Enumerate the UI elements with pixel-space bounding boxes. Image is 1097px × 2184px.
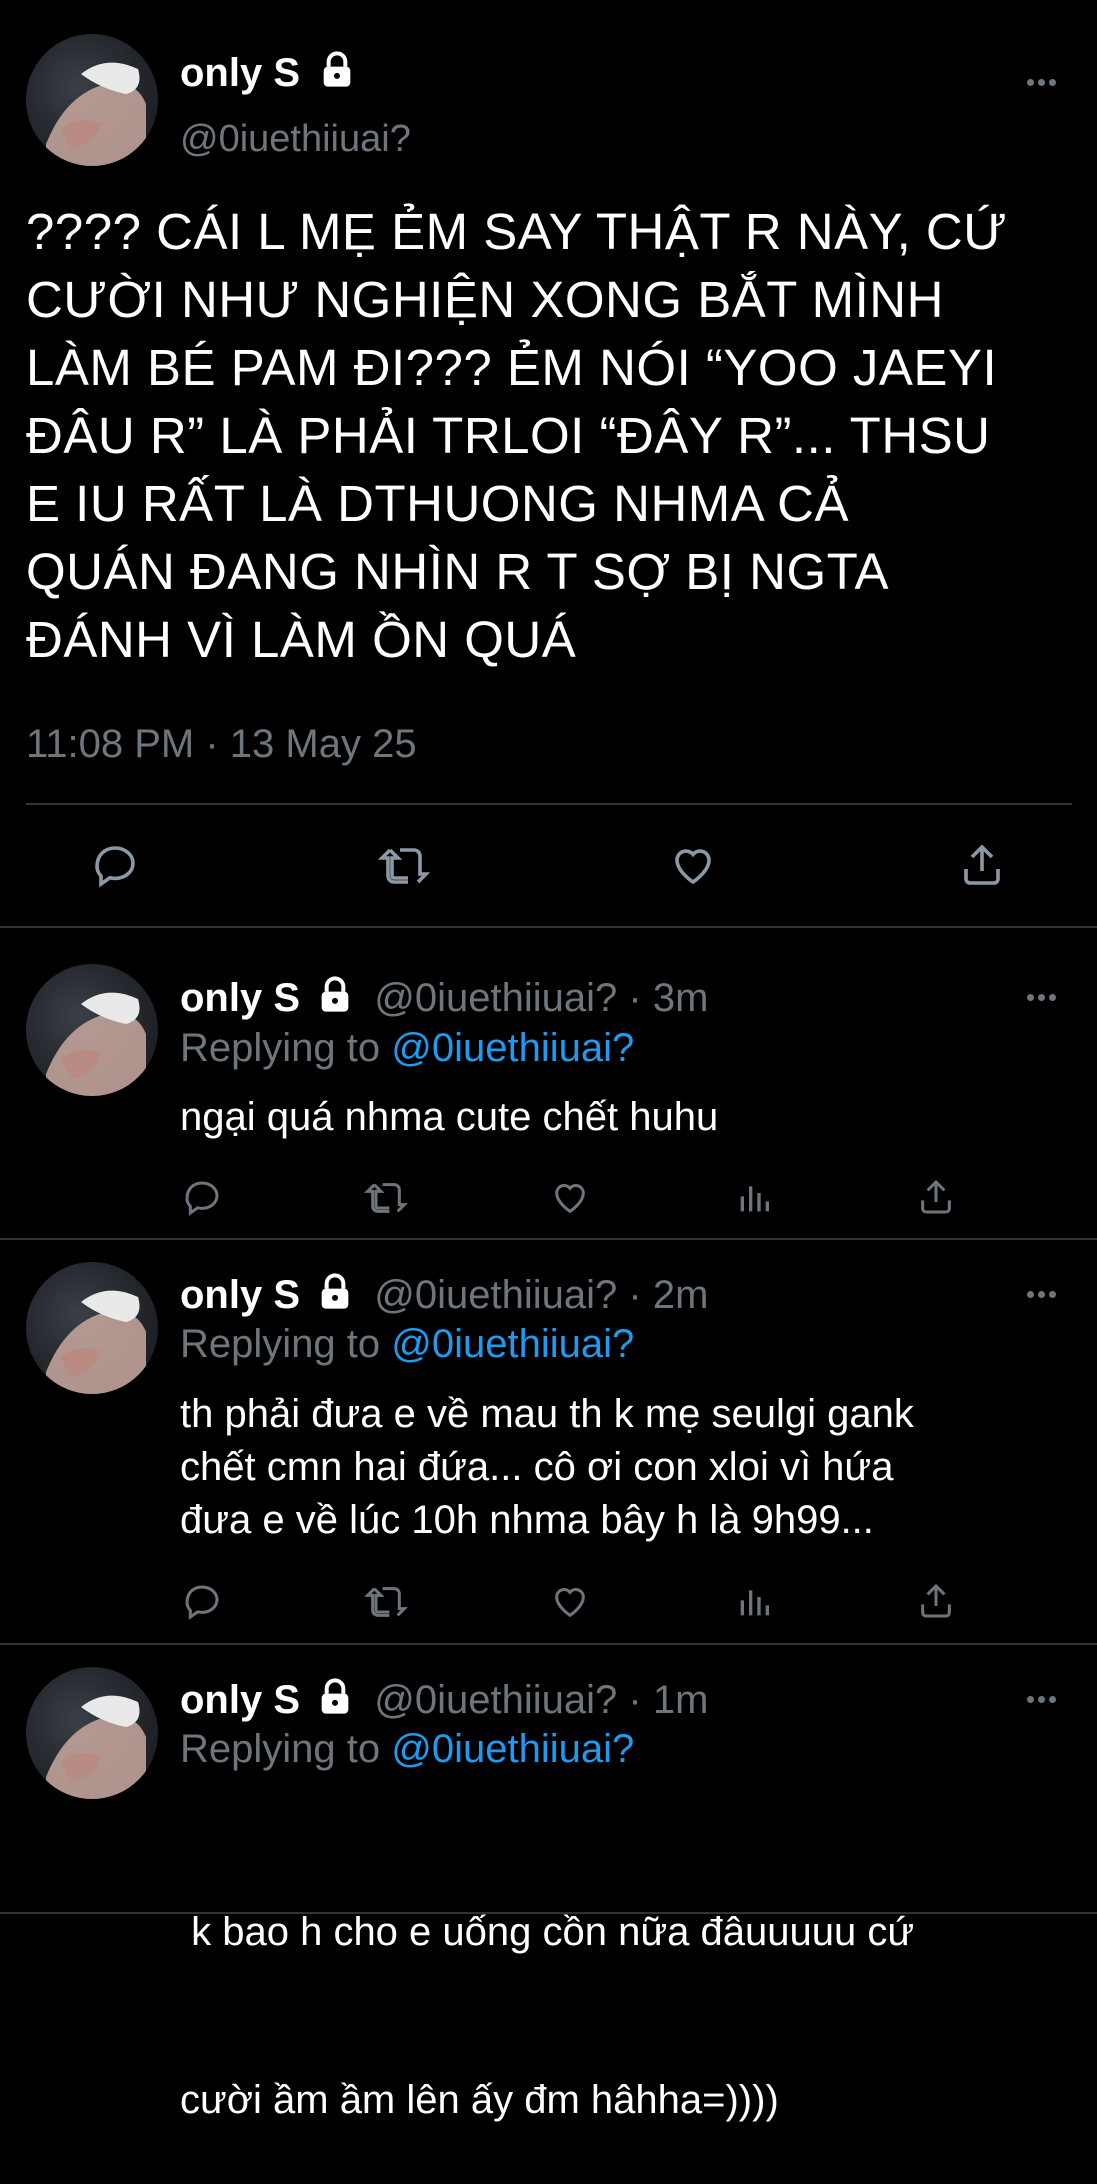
reply-text: th phải đưa e về mau th k mẹ seulgi gank… xyxy=(180,1392,914,1542)
reply-text: k bao h cho e uống cồn nữa đâuuuuu cứ cư… xyxy=(180,1910,915,2122)
display-name[interactable]: only S xyxy=(180,1273,300,1317)
share-icon[interactable] xyxy=(958,840,1006,890)
timestamp[interactable]: 11:08 PM · 13 May 25 xyxy=(26,722,417,767)
lock-icon xyxy=(321,1273,349,1309)
reply-time: · 1m xyxy=(628,1678,709,1722)
replying-to: Replying to @0iuethiiuai? xyxy=(180,1727,635,1771)
heart-icon[interactable] xyxy=(549,1582,591,1622)
reply-time: · 2m xyxy=(628,1273,709,1317)
analytics-icon[interactable] xyxy=(734,1178,774,1218)
display-name[interactable]: only S xyxy=(180,51,300,95)
divider xyxy=(0,926,1097,928)
replying-to: Replying to @0iuethiiuai? xyxy=(180,1322,635,1366)
divider xyxy=(26,803,1072,805)
divider xyxy=(0,1643,1097,1645)
heart-icon[interactable] xyxy=(549,1178,591,1218)
more-icon[interactable] xyxy=(1027,988,1063,1001)
heart-icon[interactable] xyxy=(668,842,718,890)
share-icon[interactable] xyxy=(916,1176,956,1218)
avatar[interactable] xyxy=(26,1667,158,1799)
share-icon[interactable] xyxy=(916,1580,956,1622)
more-icon[interactable] xyxy=(1027,1690,1063,1703)
replying-to-link[interactable]: @0iuethiiuai? xyxy=(391,1727,634,1771)
more-icon[interactable] xyxy=(1027,73,1063,86)
replying-to-link[interactable]: @0iuethiiuai? xyxy=(391,1322,634,1366)
lock-icon xyxy=(321,976,349,1012)
replying-to: Replying to @0iuethiiuai? xyxy=(180,1026,635,1070)
author-row: only S xyxy=(180,50,357,96)
tweet-text: ???? CÁI L MẸ ẺM SAY THẬT R NÀY, CỨ CƯỜI… xyxy=(26,203,1008,668)
reply-icon[interactable] xyxy=(182,1178,222,1218)
more-icon[interactable] xyxy=(1027,1285,1063,1298)
reply-icon[interactable] xyxy=(91,842,139,890)
reply-header: only S @0iuethiiuai? · 1m xyxy=(180,1677,708,1723)
avatar[interactable] xyxy=(26,1262,158,1394)
handle[interactable]: @0iuethiiuai? xyxy=(374,1678,617,1722)
display-name[interactable]: only S xyxy=(180,1678,300,1722)
reply-text: ngại quá nhma cute chết huhu xyxy=(180,1095,719,1139)
divider xyxy=(0,1912,1097,1914)
reply-header: only S @0iuethiiuai? · 3m xyxy=(180,975,708,1021)
reply-time: · 3m xyxy=(628,976,709,1020)
avatar[interactable] xyxy=(26,34,158,166)
handle[interactable]: @0iuethiiuai? xyxy=(374,1273,617,1317)
avatar[interactable] xyxy=(26,964,158,1096)
replying-to-link[interactable]: @0iuethiiuai? xyxy=(391,1026,634,1070)
retweet-icon[interactable] xyxy=(364,1582,408,1622)
retweet-icon[interactable] xyxy=(364,1178,408,1218)
reply-icon[interactable] xyxy=(182,1582,222,1622)
analytics-icon[interactable] xyxy=(734,1582,774,1622)
lock-icon xyxy=(321,1678,349,1714)
handle[interactable]: @0iuethiiuai? xyxy=(180,118,411,161)
handle[interactable]: @0iuethiiuai? xyxy=(374,976,617,1020)
lock-icon xyxy=(323,51,351,87)
reply-header: only S @0iuethiiuai? · 2m xyxy=(180,1272,708,1318)
retweet-icon[interactable] xyxy=(378,842,430,890)
divider xyxy=(0,1238,1097,1240)
display-name[interactable]: only S xyxy=(180,976,300,1020)
